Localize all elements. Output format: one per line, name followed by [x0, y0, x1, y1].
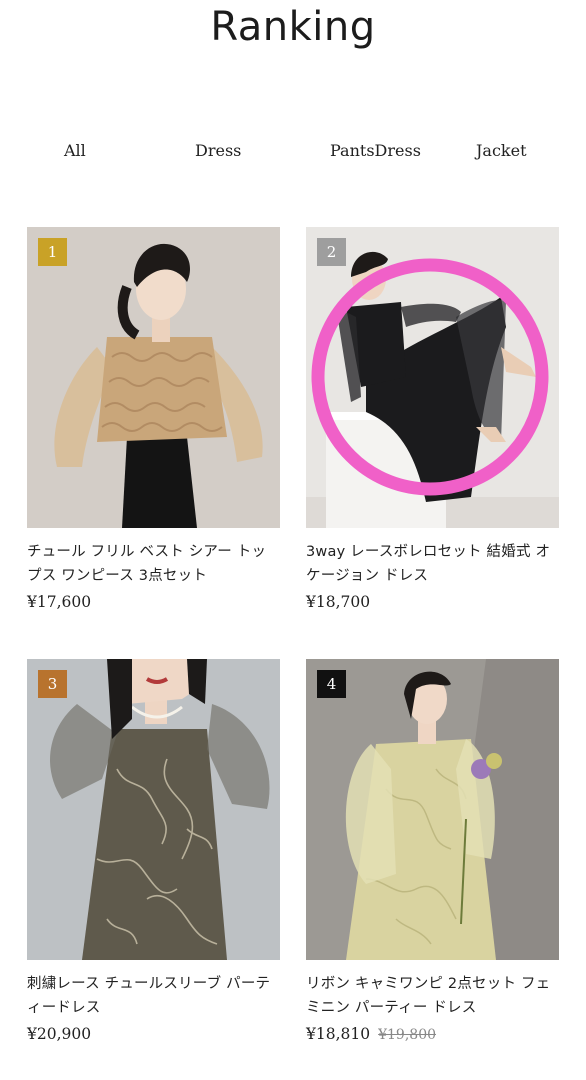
rank-badge: 4: [317, 670, 346, 698]
tab-jacket[interactable]: Jacket: [476, 141, 527, 160]
rank-badge: 1: [38, 238, 67, 266]
product-card-2[interactable]: 2 3way レースボレロセット 結婚式 オケージョン ドレス ¥18,700: [306, 227, 559, 611]
category-tabs: All Dress PantsDress Jacket: [0, 141, 586, 163]
product-card-3[interactable]: 3 刺繍レース チュールスリーブ パーティードレス ¥20,900: [27, 659, 280, 1043]
product-card-4[interactable]: 4 リボン キャミワンピ 2点セット フェミニン パーティー ドレス ¥18,8…: [306, 659, 559, 1043]
product-price: ¥18,700: [306, 593, 371, 611]
original-price: ¥19,800: [378, 1027, 437, 1043]
product-card-1[interactable]: 1 チュール フリル ベスト シアー トップス ワンピース 3点セット ¥17,…: [27, 227, 280, 611]
product-4-photo: [306, 659, 559, 960]
product-1-photo: [27, 227, 280, 528]
product-price-row: ¥17,600: [27, 593, 280, 611]
product-price: ¥17,600: [27, 593, 92, 611]
product-price: ¥18,810: [306, 1025, 371, 1043]
product-2-image[interactable]: 2: [306, 227, 559, 528]
product-price-row: ¥18,810 ¥19,800: [306, 1025, 559, 1043]
product-price-row: ¥20,900: [27, 1025, 280, 1043]
product-2-photo: [306, 227, 559, 528]
product-price: ¥20,900: [27, 1025, 92, 1043]
product-name[interactable]: 3way レースボレロセット 結婚式 オケージョン ドレス: [306, 540, 559, 588]
product-price-row: ¥18,700: [306, 593, 559, 611]
page-title: Ranking: [210, 4, 376, 50]
rank-badge: 2: [317, 238, 346, 266]
tab-pantsdress[interactable]: PantsDress: [330, 141, 421, 160]
product-3-photo: [27, 659, 280, 960]
product-3-image[interactable]: 3: [27, 659, 280, 960]
product-name[interactable]: 刺繍レース チュールスリーブ パーティードレス: [27, 972, 280, 1020]
product-4-image[interactable]: 4: [306, 659, 559, 960]
product-name[interactable]: リボン キャミワンピ 2点セット フェミニン パーティー ドレス: [306, 972, 559, 1020]
product-name[interactable]: チュール フリル ベスト シアー トップス ワンピース 3点セット: [27, 540, 280, 588]
rank-badge: 3: [38, 670, 67, 698]
tab-dress[interactable]: Dress: [195, 141, 241, 160]
tab-all[interactable]: All: [64, 141, 86, 160]
product-1-image[interactable]: 1: [27, 227, 280, 528]
